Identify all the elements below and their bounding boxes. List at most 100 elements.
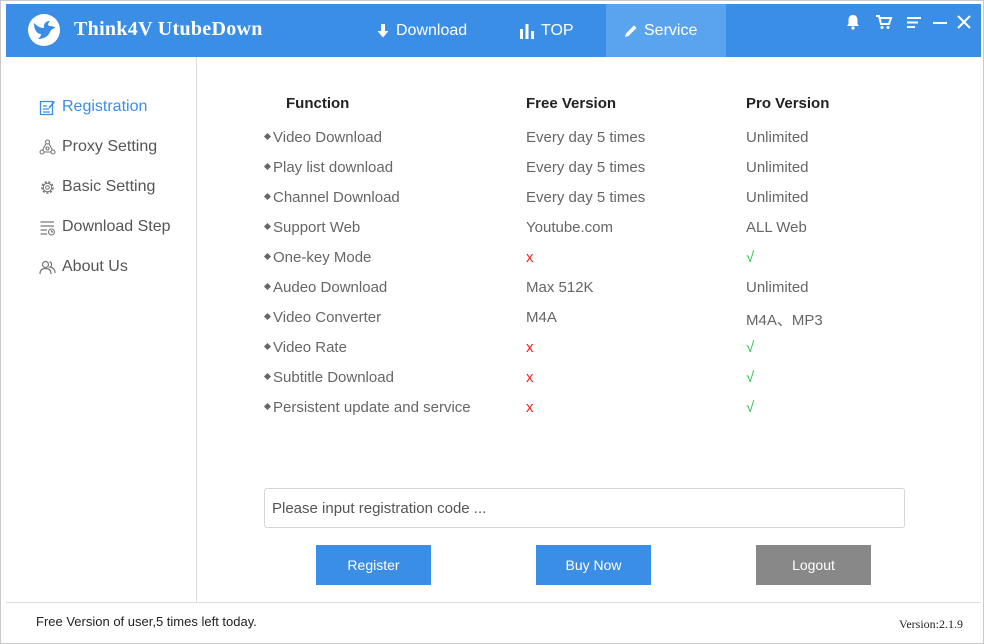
table-row: Video Converter M4A M4A、MP3	[198, 309, 981, 331]
function-label: Subtitle Download	[273, 369, 394, 386]
pro-version-cell: Unlimited	[746, 189, 809, 206]
list-icon	[40, 220, 56, 236]
not-supported-mark: x	[526, 249, 534, 266]
bullet-icon	[263, 402, 272, 411]
function-label: One-key Mode	[273, 249, 372, 266]
sidebar-item-label: About Us	[62, 258, 128, 275]
bullet-icon	[263, 312, 272, 321]
sidebar-item-label: Proxy Setting	[62, 138, 158, 155]
sidebar-item-label: Registration	[62, 98, 148, 115]
function-label: Support Web	[273, 219, 361, 236]
function-cell: Video Rate	[263, 339, 347, 356]
sidebar-item-basic-setting[interactable]: Basic Setting	[39, 174, 155, 200]
free-version-cell: Every day 5 times	[526, 189, 646, 206]
download-arrow-icon	[377, 23, 389, 37]
app-logo	[28, 14, 60, 46]
sidebar-item-download-step[interactable]: Download Step	[39, 214, 171, 240]
pro-version-cell: Unlimited	[746, 159, 809, 176]
supported-checkmark: √	[746, 339, 755, 356]
function-cell: Channel Download	[263, 189, 400, 206]
pro-version-cell: M4A、MP3	[746, 312, 823, 329]
buy-now-button[interactable]: Buy Now	[536, 545, 651, 585]
function-label: Persistent update and service	[273, 399, 471, 416]
table-row: Support Web Youtube.com ALL Web	[198, 219, 981, 241]
not-supported-mark: x	[526, 399, 534, 416]
table-row: Video Download Every day 5 times Unlimit…	[198, 129, 981, 151]
nav-service-label: Service	[644, 21, 698, 39]
app-title: Think4V UtubeDown	[74, 18, 263, 40]
nav-download-label: Download	[396, 21, 468, 39]
table-row: Audeo Download Max 512K Unlimited	[198, 279, 981, 301]
function-cell: Persistent update and service	[263, 399, 471, 416]
proxy-network-icon	[39, 138, 56, 155]
pro-version-cell: Unlimited	[746, 129, 809, 146]
pro-version-cell: ALL Web	[746, 219, 807, 236]
registration-code-input[interactable]	[264, 488, 905, 528]
bullet-icon	[263, 372, 272, 381]
bullet-icon	[263, 252, 272, 261]
sidebar-item-label: Download Step	[62, 218, 171, 235]
supported-checkmark: √	[746, 369, 755, 386]
sidebar: Registration Proxy Setting Basic Setting	[6, 57, 197, 602]
function-cell: Play list download	[263, 159, 394, 176]
sidebar-item-about-us[interactable]: About Us	[39, 254, 128, 280]
nav-service[interactable]: Service	[606, 4, 726, 57]
header-free-version: Free Version	[526, 95, 617, 112]
function-label: Video Converter	[273, 309, 382, 326]
not-supported-mark: x	[526, 339, 534, 356]
table-row: Video Rate x √	[198, 339, 981, 361]
bullet-icon	[263, 222, 272, 231]
register-button[interactable]: Register	[316, 545, 431, 585]
bullet-icon	[263, 192, 272, 201]
function-cell: Subtitle Download	[263, 369, 394, 386]
free-version-cell: M4A	[526, 309, 557, 326]
table-row: One-key Mode x √	[198, 249, 981, 271]
function-cell: Support Web	[263, 219, 361, 236]
version-label: Version:2.1.9	[899, 617, 963, 631]
supported-checkmark: √	[746, 249, 755, 266]
registration-panel: Function Free Version Pro Version Video …	[198, 57, 981, 602]
people-icon	[39, 260, 56, 274]
header-function: Function	[286, 95, 350, 112]
edit-note-icon	[39, 100, 56, 115]
free-version-cell: Youtube.com	[526, 219, 614, 236]
menu-icon[interactable]	[905, 13, 923, 31]
free-version-cell: Every day 5 times	[526, 159, 646, 176]
function-label: Audeo Download	[273, 279, 388, 296]
table-row: Persistent update and service x √	[198, 399, 981, 421]
title-bar: Think4V UtubeDown Download TOP Service	[6, 4, 981, 57]
function-label: Play list download	[273, 159, 394, 176]
bell-icon[interactable]	[844, 13, 862, 31]
status-bar: Free Version of user,5 times left today.…	[6, 602, 981, 640]
free-version-cell: Max 512K	[526, 279, 594, 296]
table-row: Subtitle Download x √	[198, 369, 981, 391]
header-pro-version: Pro Version	[746, 95, 830, 112]
not-supported-mark: x	[526, 369, 534, 386]
sidebar-item-registration[interactable]: Registration	[39, 94, 147, 120]
function-label: Channel Download	[273, 189, 400, 206]
nav-top[interactable]: TOP	[501, 4, 597, 57]
table-row: Play list download Every day 5 times Unl…	[198, 159, 981, 181]
function-cell: Video Converter	[263, 309, 382, 326]
function-label: Video Rate	[273, 339, 347, 356]
bullet-icon	[263, 132, 272, 141]
pencil-icon	[625, 25, 637, 37]
pro-version-cell: Unlimited	[746, 279, 809, 296]
app-window: Think4V UtubeDown Download TOP Service R…	[0, 0, 984, 644]
status-message: Free Version of user,5 times left today.	[36, 614, 257, 629]
table-row: Channel Download Every day 5 times Unlim…	[198, 189, 981, 211]
bar-chart-icon	[520, 23, 534, 39]
gear-icon	[41, 180, 54, 194]
cart-icon[interactable]	[875, 13, 893, 31]
function-cell: Audeo Download	[263, 279, 388, 296]
minimize-icon[interactable]	[931, 13, 949, 31]
function-cell: One-key Mode	[263, 249, 372, 266]
sidebar-item-label: Basic Setting	[62, 178, 156, 195]
sidebar-item-proxy-setting[interactable]: Proxy Setting	[39, 134, 157, 160]
free-version-cell: Every day 5 times	[526, 129, 646, 146]
dove-icon	[34, 21, 55, 39]
close-icon[interactable]	[955, 13, 973, 31]
logout-button[interactable]: Logout	[756, 545, 871, 585]
nav-download[interactable]: Download	[358, 4, 478, 57]
function-cell: Video Download	[263, 129, 382, 146]
